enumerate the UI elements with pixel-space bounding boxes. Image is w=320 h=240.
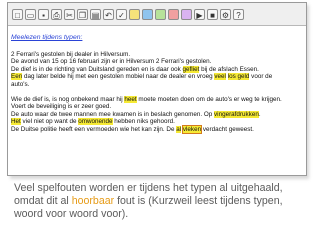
document-heading: Meelezen tijdens typen: — [11, 34, 83, 41]
stop-icon[interactable]: ■ — [207, 8, 218, 20]
print-icon[interactable]: ⎙ — [51, 8, 62, 20]
text-segment: auto's. — [11, 80, 30, 88]
open-icon[interactable]: ▭ — [25, 8, 36, 20]
text-segment: De avond van 15 op 16 februari zijn er i… — [11, 58, 212, 66]
undo-icon[interactable]: ↶ — [103, 8, 114, 20]
paste-icon[interactable]: ▤ — [90, 8, 101, 20]
text-segment: . — [258, 110, 261, 118]
flagged-word[interactable]: Het — [11, 118, 21, 126]
document-content[interactable]: Meelezen tijdens typen: 2 Ferrari's gest… — [8, 26, 306, 134]
text-segment: verdacht geweest. — [201, 125, 254, 133]
paragraph-1: 2 Ferrari's gestolen bij dealer in Hilve… — [11, 51, 303, 89]
spell-icon[interactable]: ✓ — [116, 8, 127, 20]
text-segment: hebben niks gehoord. — [112, 118, 175, 126]
text-segment: De auto waar de twee mannen mee kwamen i… — [11, 110, 215, 118]
text-line: auto's. — [11, 81, 303, 89]
caption-highlight-word: hoorbaar — [71, 195, 115, 207]
flagged-word[interactable]: vingerafdrukken — [214, 110, 259, 118]
text-line: Voert de beveiliging is er zeer goed. — [11, 103, 303, 111]
highlight-yellow-icon[interactable] — [129, 8, 140, 20]
text-line: Het viel niet op want de omwonende hebbe… — [11, 118, 303, 126]
flagged-word[interactable]: los geld — [227, 73, 250, 81]
slide-caption: Veel spelfouten worden er tijdens het ty… — [14, 182, 314, 221]
copy-icon[interactable]: ❐ — [77, 8, 88, 20]
text-line: Een dag later belde hij met een gestolen… — [11, 73, 303, 81]
text-segment: moete moeten doen om de auto's er weg te… — [136, 95, 282, 103]
highlight-blue-icon[interactable] — [142, 8, 153, 20]
text-segment: dag later belde hij met een gestolen mob… — [22, 73, 215, 81]
save-icon[interactable]: ▪ — [38, 8, 49, 20]
text-line: De avond van 15 op 16 februari zijn er i… — [11, 58, 303, 66]
highlight-purple-icon[interactable] — [181, 8, 192, 20]
text-segment: Wie de dief is, is nog onbekend maar hij — [11, 95, 125, 103]
paragraph-2: Wie de dief is, is nog onbekend maar hij… — [11, 95, 303, 134]
highlight-red-icon[interactable] — [168, 8, 179, 20]
selected-word[interactable]: vleken — [181, 124, 203, 134]
flagged-word[interactable]: Een — [11, 73, 23, 81]
flagged-word[interactable]: veel — [214, 73, 226, 81]
text-segment: De dief is in de richting van Duitsland … — [11, 65, 183, 73]
read-icon[interactable]: ▶ — [194, 8, 205, 20]
text-segment: voor de — [249, 73, 273, 81]
help-icon[interactable]: ? — [233, 8, 244, 20]
text-line: De dief is in de richting van Duitsland … — [11, 65, 303, 74]
toolbar: □ ▭ ▪ ⎙ ✂ ❐ ▤ ↶ ✓ ▶ ■ ⚙? — [8, 3, 306, 26]
new-icon[interactable]: □ — [12, 8, 23, 20]
text-line: Wie de dief is, is nog onbekend maar hij… — [11, 95, 303, 104]
settings-icon[interactable]: ⚙ — [220, 8, 231, 20]
text-line: De auto waar de twee mannen mee kwamen i… — [11, 110, 303, 119]
text-line: 2 Ferrari's gestolen bij dealer in Hilve… — [11, 51, 303, 59]
flagged-word[interactable]: gefliet — [182, 65, 200, 73]
text-segment: Voert de beveiliging is er zeer goed. — [11, 103, 112, 111]
text-segment: viel niet op want de — [20, 118, 79, 126]
text-segment: 2 Ferrari's gestolen bij dealer in Hilve… — [11, 50, 131, 58]
cut-icon[interactable]: ✂ — [64, 8, 75, 20]
document-window: □ ▭ ▪ ⎙ ✂ ❐ ▤ ↶ ✓ ▶ ■ ⚙? Meelezen tijdens typen: 2 … — [7, 2, 307, 176]
text-line: De Duitse politie heeft een vermoeden wi… — [11, 124, 303, 134]
text-segment: De Duitse politie heeft een vermoeden wi… — [11, 125, 177, 133]
text-segment: bij de afslach Essen. — [199, 65, 259, 73]
flagged-word[interactable]: heet — [124, 95, 137, 103]
flagged-word[interactable]: omwonende — [78, 118, 113, 126]
highlight-green-icon[interactable] — [155, 8, 166, 20]
